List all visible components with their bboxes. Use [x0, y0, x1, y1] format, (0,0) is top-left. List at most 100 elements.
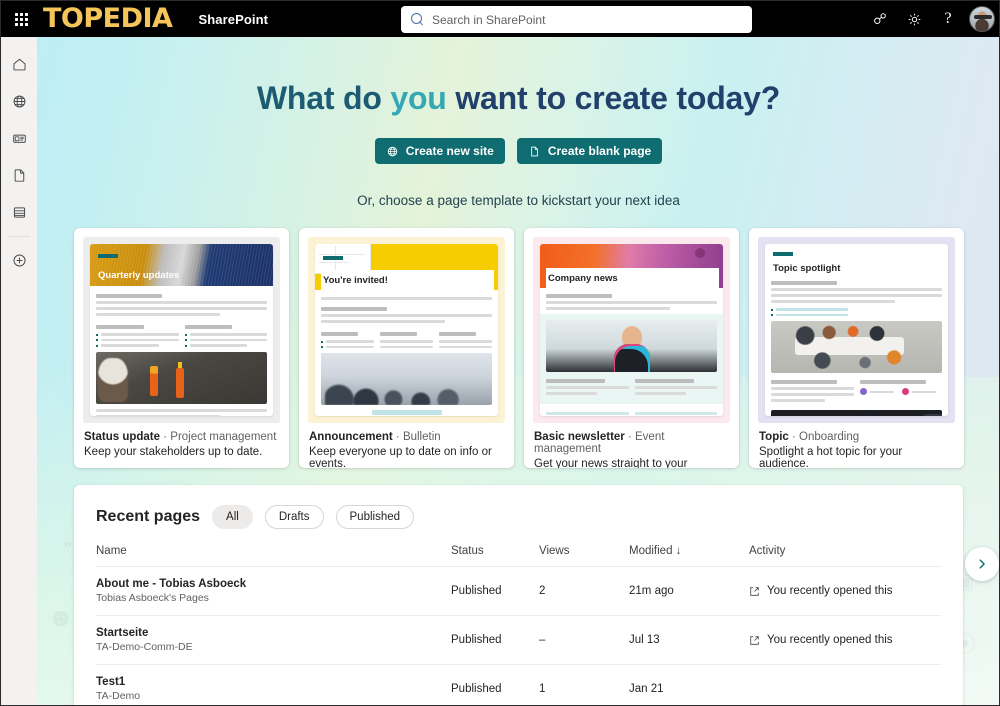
rail-divider	[8, 236, 30, 237]
left-nav-rail	[1, 37, 37, 705]
template-caption: Status update · Project management Keep …	[83, 423, 280, 458]
page-site: TA-Demo	[96, 690, 141, 703]
preview-column	[439, 328, 492, 349]
search-input[interactable]: Search in SharePoint	[401, 6, 752, 33]
create-blank-page-button[interactable]: Create blank page	[516, 138, 663, 165]
preview-column	[546, 409, 629, 416]
preview-banner: Topic spotlight	[765, 244, 948, 278]
sidebar-item-pages[interactable]	[1, 157, 37, 194]
preview-column	[380, 328, 433, 349]
recent-pages-header: Recent pages All Drafts Published	[96, 505, 941, 530]
cell-modified: Jan 21	[629, 664, 749, 705]
template-card-status-update[interactable]: Quarterly updates Status update · Projec…	[74, 228, 289, 469]
sidebar-item-home[interactable]	[1, 46, 37, 83]
preview-bullet	[321, 340, 374, 343]
template-card-announcement[interactable]: You're invited! Announcement · Bulletin …	[299, 228, 514, 469]
template-card-topic[interactable]: Topic spotlight Topic · Onboarding Spotl…	[749, 228, 964, 469]
account-avatar[interactable]	[969, 6, 995, 32]
table-row[interactable]: Test1 TA-Demo Published 1 Jan 21	[96, 664, 941, 705]
preview-line	[771, 281, 837, 286]
template-title: Topic	[759, 431, 789, 444]
preview-title: Topic spotlight	[773, 263, 841, 275]
create-new-site-button[interactable]: Create new site	[374, 138, 505, 165]
accent-bar	[773, 252, 793, 257]
create-blank-page-label: Create blank page	[547, 144, 652, 159]
preview-line	[771, 288, 942, 292]
preview-line	[546, 301, 717, 305]
preview-line	[634, 412, 717, 416]
sidebar-item-create[interactable]	[1, 242, 37, 279]
suite-actions: ?	[864, 1, 995, 37]
page-site: Tobias Asboeck's Pages	[96, 592, 209, 605]
accent-bar	[98, 254, 118, 259]
page-title-part3: want to create today?	[446, 80, 781, 116]
column-header-status[interactable]: Status	[451, 545, 539, 568]
column-header-modified-label: Modified	[629, 545, 673, 558]
table-header-row: Name Status Views Modified ↓ Activity	[96, 545, 941, 568]
preview-body	[765, 281, 948, 304]
preview-chip	[371, 410, 442, 416]
carousel-next-button[interactable]	[965, 547, 999, 582]
preview-body	[540, 288, 723, 311]
preview-bullet	[380, 345, 433, 349]
preview-line	[380, 332, 418, 337]
preview-bullet	[321, 345, 374, 349]
preview-body	[315, 290, 498, 324]
preview-line	[546, 412, 629, 416]
preview-bullet	[184, 333, 267, 336]
filter-pill-drafts[interactable]: Drafts	[264, 505, 324, 530]
column-header-modified[interactable]: Modified ↓	[629, 545, 749, 568]
preview-line	[546, 392, 598, 396]
open-external-icon	[750, 587, 759, 596]
brand-logo[interactable]: TOPEDIA	[43, 1, 173, 37]
sidebar-item-news[interactable]	[1, 120, 37, 157]
app-launcher-button[interactable]	[1, 1, 41, 37]
cell-name[interactable]: About me - Tobias Asboeck Tobias Asboeck…	[96, 566, 451, 617]
settings-button[interactable]	[898, 3, 930, 35]
column-header-name[interactable]: Name	[96, 545, 451, 568]
preview-line	[321, 332, 359, 337]
preview-banner: Company news	[540, 244, 723, 289]
template-preview-page: Company news	[540, 244, 723, 417]
preview-banner: Quarterly updates	[90, 244, 273, 287]
preview-title: You're invited!	[323, 275, 388, 287]
preview-line	[859, 380, 926, 385]
preview-line	[321, 320, 446, 324]
preview-photo	[321, 353, 492, 406]
preview-line	[771, 399, 826, 403]
page-icon	[14, 169, 24, 182]
table-row[interactable]: About me - Tobias Asboeck Tobias Asboeck…	[96, 566, 941, 617]
cell-name[interactable]: Test1 TA-Demo	[96, 664, 451, 705]
column-header-views[interactable]: Views	[539, 545, 629, 568]
preview-line	[96, 414, 221, 417]
recent-pages-panel: Recent pages All Drafts Published Name S…	[74, 485, 963, 705]
globe-icon	[13, 95, 25, 108]
preview-person	[859, 388, 894, 396]
news-icon	[12, 134, 26, 143]
help-button[interactable]: ?	[932, 3, 964, 35]
preview-banner: You're invited!	[315, 244, 498, 291]
column-header-activity[interactable]: Activity	[749, 545, 941, 568]
globe-icon	[387, 146, 397, 157]
preview-line	[546, 307, 671, 311]
sidebar-item-sites[interactable]	[1, 83, 37, 120]
app-name-label[interactable]: SharePoint	[198, 12, 268, 27]
cell-name[interactable]: Startseite TA-Demo-Comm-DE	[96, 615, 451, 666]
meet-now-button[interactable]	[864, 3, 896, 35]
template-card-basic-newsletter[interactable]: Company news Basic newsletter · Event ma…	[524, 228, 739, 469]
template-title-row: Status update · Project management	[84, 431, 277, 444]
filter-pill-all[interactable]: All	[212, 505, 253, 530]
gear-icon	[908, 13, 920, 25]
template-carousel: Quarterly updates Status update · Projec…	[37, 228, 999, 582]
preview-bullet	[771, 313, 942, 317]
sidebar-item-lists[interactable]	[1, 194, 37, 231]
template-category: Project management	[170, 431, 277, 444]
preview-bullet	[439, 345, 492, 349]
home-icon	[12, 58, 26, 71]
preview-line	[546, 379, 606, 384]
hero-actions: Create new site Create blank page	[37, 138, 999, 165]
preview-line	[96, 294, 162, 299]
preview-line	[96, 307, 267, 311]
filter-pill-published[interactable]: Published	[335, 505, 415, 530]
table-row[interactable]: Startseite TA-Demo-Comm-DE Published – J…	[96, 615, 941, 666]
